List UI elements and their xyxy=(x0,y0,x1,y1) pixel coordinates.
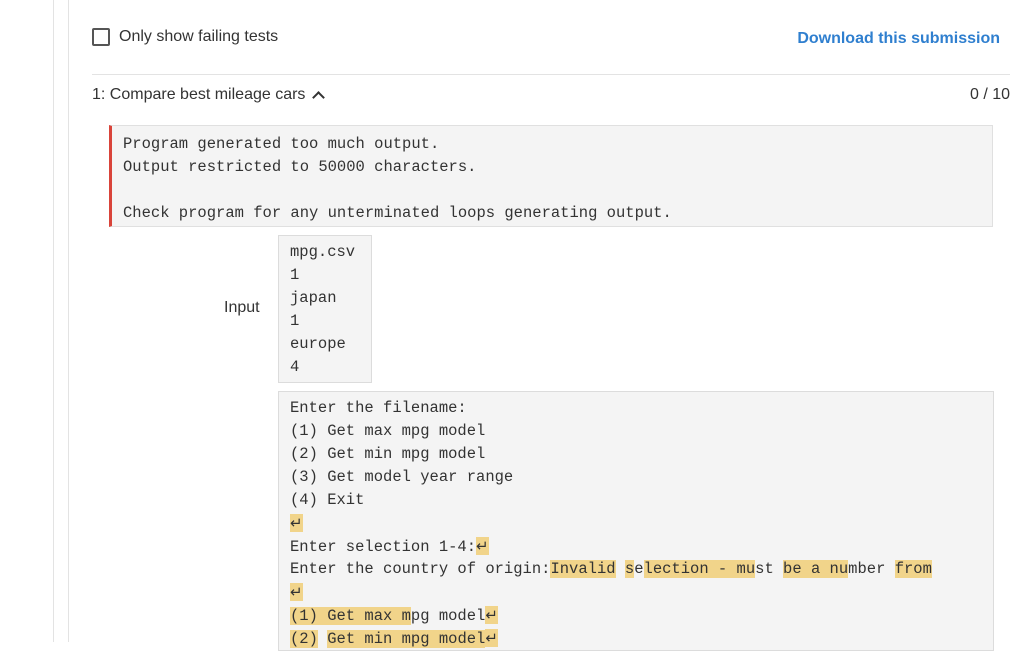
divider xyxy=(92,74,1010,75)
newline-icon: ↵ xyxy=(485,606,498,624)
error-message-box: Program generated too much output.Output… xyxy=(109,125,993,227)
diff-highlight: Invalid xyxy=(550,560,615,578)
error-line: Output restricted to 50000 characters. xyxy=(123,156,992,179)
output-line: (3) Get model year range xyxy=(290,466,993,489)
output-line: (4) Exit xyxy=(290,489,993,512)
output-text: mber xyxy=(848,560,895,578)
test-case-toggle[interactable]: 1: Compare best mileage cars xyxy=(92,86,323,104)
output-line: ↵ xyxy=(290,512,993,535)
chevron-up-icon xyxy=(313,91,326,104)
newline-icon: ↵ xyxy=(290,583,303,601)
only-failing-label: Only show failing tests xyxy=(119,28,278,46)
input-line: 1 xyxy=(290,310,371,333)
output-text: Enter selection 1-4: xyxy=(290,538,476,556)
newline-icon: ↵ xyxy=(476,537,489,555)
download-submission-link[interactable]: Download this submission xyxy=(797,30,1000,48)
newline-icon: ↵ xyxy=(290,514,303,532)
diff-highlight: s xyxy=(625,560,634,578)
diff-highlight: (1) Get max m xyxy=(290,607,411,625)
input-box: mpg.csv 1 japan 1 europe 4 xyxy=(278,235,372,383)
diff-highlight: be a nu xyxy=(783,560,848,578)
only-failing-checkbox[interactable] xyxy=(92,28,110,46)
content-border xyxy=(68,0,69,642)
output-line: ↵ xyxy=(290,581,993,604)
test-case-title: 1: Compare best mileage cars xyxy=(92,86,305,104)
output-text: st xyxy=(755,560,783,578)
output-line: (2) Get min mpg model xyxy=(290,443,993,466)
diff-highlight: from xyxy=(895,560,932,578)
output-line: (2) Get min mpg model↵ xyxy=(290,627,993,650)
output-text xyxy=(616,560,625,578)
output-line: (1) Get max mpg model xyxy=(290,420,993,443)
output-line: Enter the country of origin:Invalid sele… xyxy=(290,558,993,581)
only-failing-toggle[interactable]: Only show failing tests xyxy=(92,28,278,46)
test-score: 0 / 10 xyxy=(970,86,1010,104)
output-text: Enter the country of origin: xyxy=(290,560,550,578)
output-text: e xyxy=(634,560,643,578)
newline-icon: ↵ xyxy=(485,629,498,647)
input-line: 4 xyxy=(290,356,371,379)
error-line xyxy=(123,179,992,202)
diff-highlight: (2) xyxy=(290,630,318,648)
input-line: japan xyxy=(290,287,371,310)
output-text: pg model xyxy=(411,607,485,625)
error-line: Program generated too much output. xyxy=(123,133,992,156)
results-toolbar: Only show failing tests Download this su… xyxy=(92,28,1010,52)
input-line: 1 xyxy=(290,264,371,287)
left-divider xyxy=(53,0,54,642)
input-line: europe xyxy=(290,333,371,356)
test-case-header: 1: Compare best mileage cars 0 / 10 xyxy=(92,86,1010,108)
diff-highlight: lection - mu xyxy=(644,560,756,578)
output-line: Enter selection 1-4:↵ xyxy=(290,535,993,558)
output-text xyxy=(318,630,327,648)
input-label: Input xyxy=(224,299,260,317)
diff-highlight: Get min mpg model xyxy=(327,630,485,648)
output-line: (1) Get max mpg model↵ xyxy=(290,604,993,627)
output-line: Enter the filename: xyxy=(290,397,993,420)
program-output-box: Enter the filename: (1) Get max mpg mode… xyxy=(278,391,994,651)
error-line: Check program for any unterminated loops… xyxy=(123,202,992,225)
input-line: mpg.csv xyxy=(290,241,371,264)
